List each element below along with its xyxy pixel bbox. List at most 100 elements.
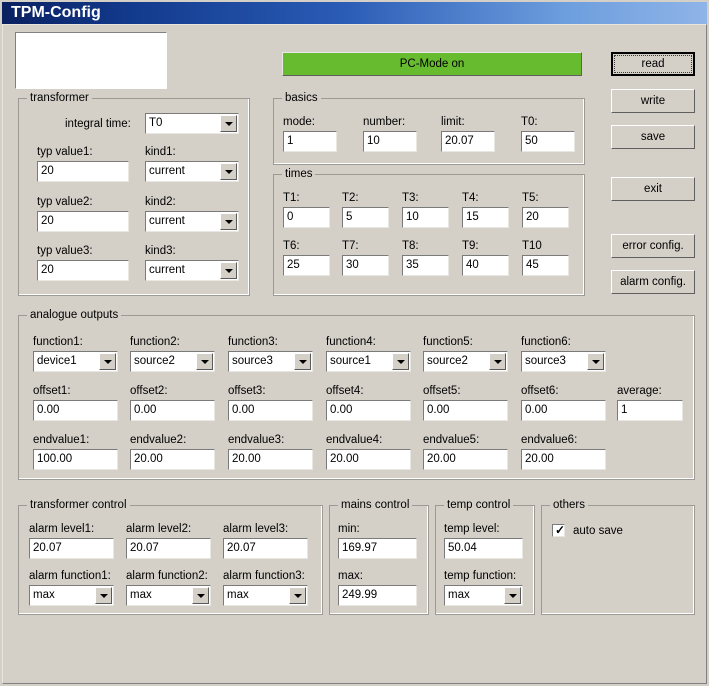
alarm-function1-value: max <box>33 589 55 601</box>
temp-function-combo[interactable]: max <box>444 585 523 606</box>
chevron-down-icon[interactable] <box>99 353 116 370</box>
offset1-label: offset1: <box>33 385 71 397</box>
offset4-input[interactable]: 0.00 <box>326 400 411 421</box>
kind3-combo[interactable]: current <box>145 260 239 281</box>
integral-time-combo[interactable]: T0 <box>145 113 239 134</box>
window-titlebar[interactable]: TPM-Config <box>2 2 707 24</box>
typ-value2-label: typ value2: <box>37 196 93 208</box>
t1-label: T1: <box>283 192 300 204</box>
chevron-down-icon[interactable] <box>220 115 237 132</box>
chevron-down-icon[interactable] <box>587 353 604 370</box>
t8-input[interactable]: 35 <box>402 255 449 276</box>
t9-input[interactable]: 40 <box>462 255 509 276</box>
auto-save-checkbox[interactable]: ✓ auto save <box>552 524 623 537</box>
t3-input[interactable]: 10 <box>402 207 449 228</box>
analogue-outputs-group-title: analogue outputs <box>27 309 122 321</box>
endvalue5-input[interactable]: 20.00 <box>423 449 508 470</box>
endvalue2-label: endvalue2: <box>130 434 187 446</box>
function1-label: function1: <box>33 336 83 348</box>
average-input[interactable]: 1 <box>617 400 683 421</box>
temp-function-value: max <box>448 589 470 601</box>
limit-label: limit: <box>441 116 465 128</box>
chevron-down-icon[interactable] <box>95 587 112 604</box>
alarm-level1-input[interactable]: 20.07 <box>29 538 114 559</box>
exit-button[interactable]: exit <box>611 177 695 201</box>
chevron-down-icon[interactable] <box>294 353 311 370</box>
offset3-input[interactable]: 0.00 <box>228 400 313 421</box>
t7-input[interactable]: 30 <box>342 255 389 276</box>
alarm-function1-combo[interactable]: max <box>29 585 114 606</box>
chevron-down-icon[interactable] <box>220 163 237 180</box>
function2-label: function2: <box>130 336 180 348</box>
pc-mode-status-button[interactable]: PC-Mode on <box>282 52 582 76</box>
chevron-down-icon[interactable] <box>489 353 506 370</box>
alarm-function3-combo[interactable]: max <box>223 585 308 606</box>
save-button-label: save <box>640 131 666 143</box>
endvalue2-input[interactable]: 20.00 <box>130 449 215 470</box>
t6-input[interactable]: 25 <box>283 255 330 276</box>
alarm-level3-label: alarm level3: <box>223 523 289 535</box>
temp-level-input[interactable]: 50.04 <box>444 538 523 559</box>
offset2-input[interactable]: 0.00 <box>130 400 215 421</box>
t4-input[interactable]: 15 <box>462 207 509 228</box>
kind2-combo[interactable]: current <box>145 211 239 232</box>
endvalue4-input[interactable]: 20.00 <box>326 449 411 470</box>
save-button[interactable]: save <box>611 125 695 149</box>
t0-input[interactable]: 50 <box>521 131 575 152</box>
alarm-config-button[interactable]: alarm config. <box>611 270 695 294</box>
t1-input[interactable]: 0 <box>283 207 330 228</box>
offset5-input[interactable]: 0.00 <box>423 400 508 421</box>
mode-input[interactable]: 1 <box>283 131 337 152</box>
alarm-function1-label: alarm function1: <box>29 570 111 582</box>
write-button-label: write <box>640 95 666 107</box>
function2-combo[interactable]: source2 <box>130 351 215 372</box>
endvalue3-label: endvalue3: <box>228 434 285 446</box>
chevron-down-icon[interactable] <box>220 213 237 230</box>
offset6-input[interactable]: 0.00 <box>521 400 606 421</box>
mains-max-input[interactable]: 249.99 <box>338 585 417 606</box>
function3-combo[interactable]: source3 <box>228 351 313 372</box>
function5-combo[interactable]: source2 <box>423 351 508 372</box>
endvalue1-label: endvalue1: <box>33 434 90 446</box>
endvalue1-input[interactable]: 100.00 <box>33 449 118 470</box>
typ-value3-input[interactable]: 20 <box>37 260 129 281</box>
limit-input[interactable]: 20.07 <box>441 131 495 152</box>
endvalue6-label: endvalue6: <box>521 434 578 446</box>
write-button[interactable]: write <box>611 89 695 113</box>
t5-input[interactable]: 20 <box>522 207 569 228</box>
mains-min-input[interactable]: 169.97 <box>338 538 417 559</box>
t10-input[interactable]: 45 <box>522 255 569 276</box>
kind2-value: current <box>149 215 185 227</box>
chevron-down-icon[interactable] <box>192 587 209 604</box>
others-group: others ✓ auto save <box>541 499 695 615</box>
alarm-level2-input[interactable]: 20.07 <box>126 538 211 559</box>
t2-input[interactable]: 5 <box>342 207 389 228</box>
offset1-input[interactable]: 0.00 <box>33 400 118 421</box>
function4-label: function4: <box>326 336 376 348</box>
alarm-config-button-label: alarm config. <box>620 276 686 288</box>
chevron-down-icon[interactable] <box>220 262 237 279</box>
times-group: times T1: 0 T2: 5 T3: 10 T4: 15 T5: 20 T… <box>273 168 585 296</box>
chevron-down-icon[interactable] <box>392 353 409 370</box>
temp-control-group-title: temp control <box>444 499 514 511</box>
offset5-label: offset5: <box>423 385 461 397</box>
endvalue6-input[interactable]: 20.00 <box>521 449 606 470</box>
endvalue3-input[interactable]: 20.00 <box>228 449 313 470</box>
read-button[interactable]: read <box>611 52 695 76</box>
typ-value2-input[interactable]: 20 <box>37 211 129 232</box>
function6-combo[interactable]: source3 <box>521 351 606 372</box>
chevron-down-icon[interactable] <box>289 587 306 604</box>
function4-combo[interactable]: source1 <box>326 351 411 372</box>
typ-value1-input[interactable]: 20 <box>37 161 129 182</box>
checkbox-box[interactable]: ✓ <box>552 524 565 537</box>
alarm-level3-input[interactable]: 20.07 <box>223 538 308 559</box>
chevron-down-icon[interactable] <box>196 353 213 370</box>
error-config-button[interactable]: error config. <box>611 234 695 258</box>
alarm-function2-combo[interactable]: max <box>126 585 211 606</box>
chevron-down-icon[interactable] <box>504 587 521 604</box>
kind1-value: current <box>149 165 185 177</box>
integral-time-label: integral time: <box>65 118 131 130</box>
number-input[interactable]: 10 <box>363 131 417 152</box>
kind1-combo[interactable]: current <box>145 161 239 182</box>
function1-combo[interactable]: device1 <box>33 351 118 372</box>
